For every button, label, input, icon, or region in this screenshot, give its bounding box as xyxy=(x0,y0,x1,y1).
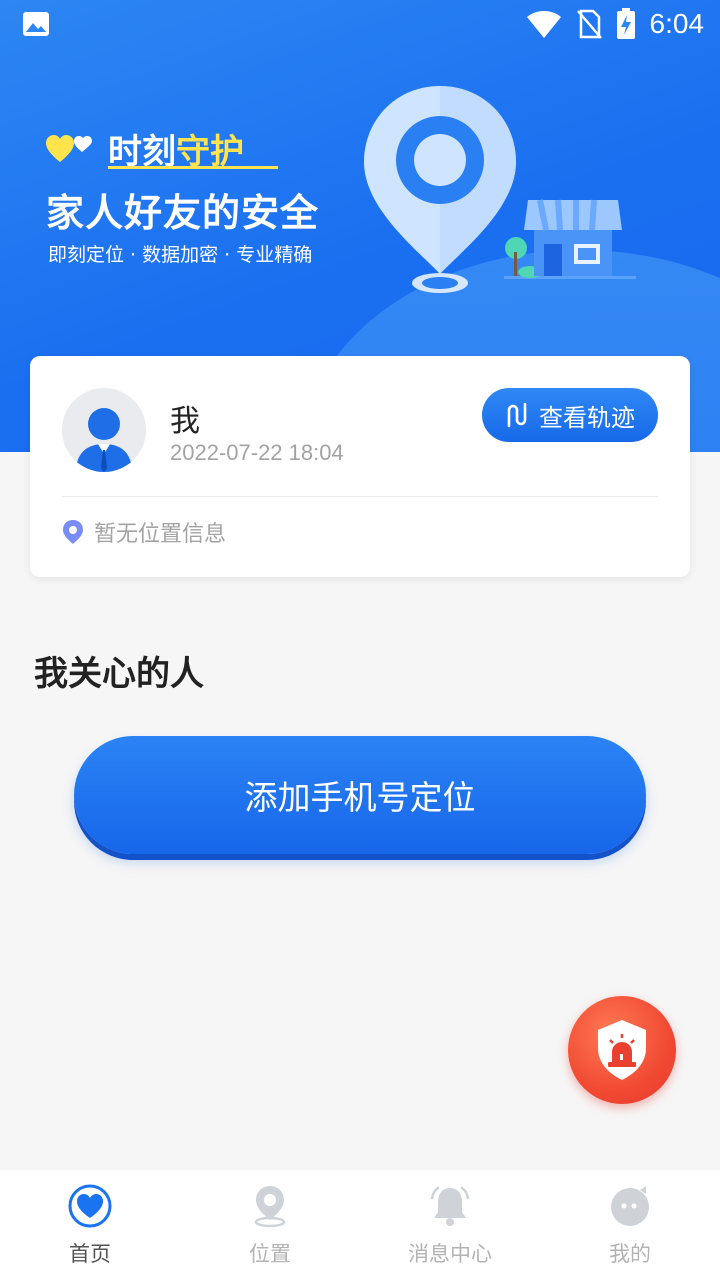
no-sim-icon xyxy=(576,9,602,39)
status-time: 6:04 xyxy=(649,8,705,39)
wifi-icon xyxy=(526,11,561,38)
tab-mine-label: 我的 xyxy=(609,1242,651,1266)
location-text: 暂无位置信息 xyxy=(94,522,227,547)
slogan-underline xyxy=(108,166,278,169)
tab-home[interactable]: 首页 xyxy=(0,1170,180,1280)
avatar xyxy=(62,388,146,472)
section-title: 我关心的人 xyxy=(34,654,204,694)
status-bar: 6:04 xyxy=(0,0,720,50)
tab-mine[interactable]: 我的 xyxy=(540,1170,720,1280)
my-update-time: 2022-07-22 18:04 xyxy=(170,440,344,465)
tab-messages-label: 消息中心 xyxy=(408,1242,492,1266)
view-track-button[interactable]: 查看轨迹 xyxy=(482,388,658,442)
home-heart-icon xyxy=(68,1184,112,1228)
bell-icon xyxy=(430,1186,470,1226)
slogan-features: 即刻定位 · 数据加密 · 专业精确 xyxy=(48,244,313,266)
slogan-subtitle: 家人好友的安全 xyxy=(46,191,320,235)
tab-home-label: 首页 xyxy=(69,1242,111,1266)
bottom-tab-bar: 首页 位置 消息中心 我的 xyxy=(0,1170,720,1280)
my-name: 我 xyxy=(170,404,200,439)
location-row: 暂无位置信息 xyxy=(62,516,226,548)
location-pin-icon xyxy=(254,1186,286,1228)
battery-charging-icon xyxy=(616,8,635,39)
tab-location-label: 位置 xyxy=(249,1242,291,1266)
add-phone-location-label: 添加手机号定位 xyxy=(244,778,476,817)
person-avatar-icon xyxy=(76,408,132,472)
add-phone-location-button[interactable]: 添加手机号定位 xyxy=(74,736,646,854)
profile-face-icon xyxy=(611,1186,649,1226)
store-illustration xyxy=(504,199,636,279)
alarm-shield-icon xyxy=(598,1020,646,1080)
view-track-label: 查看轨迹 xyxy=(539,403,635,432)
sos-alarm-button[interactable] xyxy=(568,996,676,1104)
track-route-icon xyxy=(507,402,527,428)
card-divider xyxy=(62,496,658,497)
tab-messages[interactable]: 消息中心 xyxy=(360,1170,540,1280)
image-notification-icon xyxy=(23,12,49,36)
location-marker-icon xyxy=(63,520,83,544)
hearts-logo-icon xyxy=(46,134,92,162)
tab-location[interactable]: 位置 xyxy=(180,1170,360,1280)
my-location-card: 我 2022-07-22 18:04 查看轨迹 暂无位置信息 xyxy=(30,356,690,577)
